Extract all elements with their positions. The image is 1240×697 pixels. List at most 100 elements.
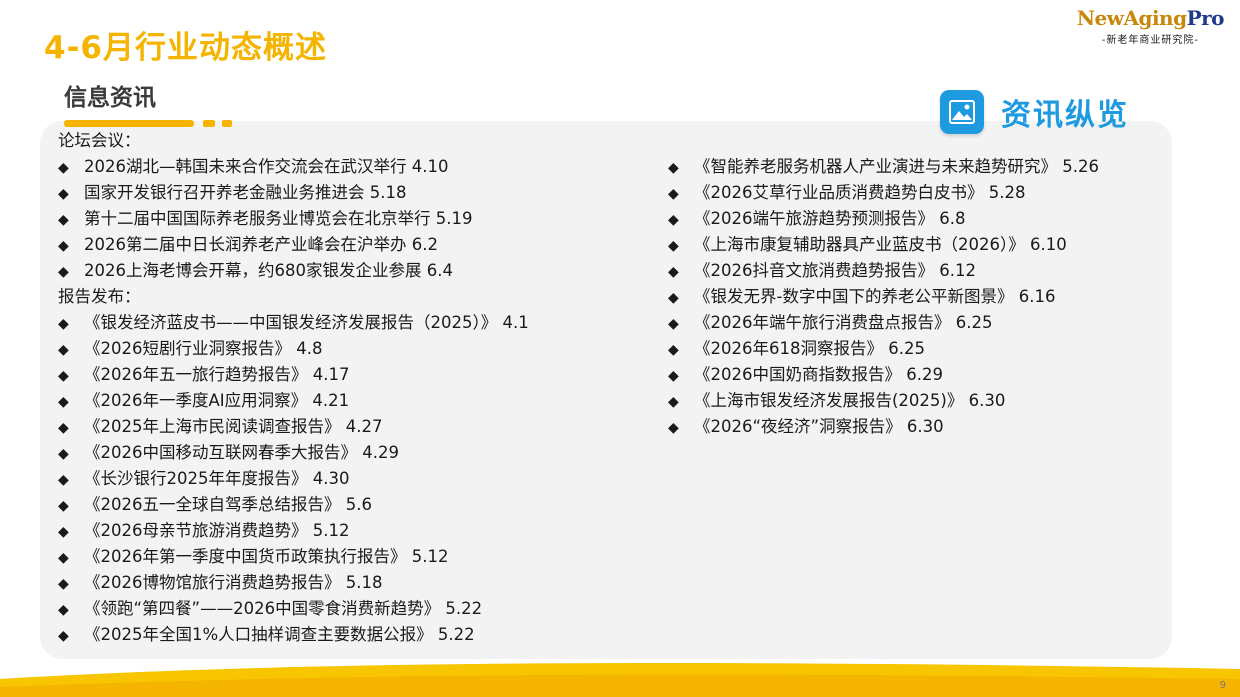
diamond-bullet-icon (668, 414, 694, 441)
list-item-text: 《银发经济蓝皮书——中国银发经济发展报告（2025）》 4.1 (84, 313, 529, 332)
list-item: 《2026年618洞察报告》 6.25 (668, 336, 1099, 362)
footer-wave (0, 663, 1240, 697)
list-item: 《2025年上海市民阅读调查报告》 4.27 (58, 414, 529, 440)
list-heading: 报告发布： (58, 287, 141, 306)
list-item: 《2026年一季度AI应用洞察》 4.21 (58, 388, 529, 414)
diamond-bullet-icon (668, 284, 694, 311)
badge-label: 资讯纵览 (1001, 98, 1129, 133)
list-item-text: 2026第二届中日长润养老产业峰会在沪举办 6.2 (84, 235, 438, 254)
page-title: 4-6月行业动态概述 (44, 30, 328, 66)
list-item-text: 《2026年五一旅行趋势报告》 4.17 (84, 365, 350, 384)
subtitle-underline (64, 120, 194, 127)
diamond-bullet-icon (668, 388, 694, 415)
page-number: 9 (1219, 680, 1226, 691)
diamond-bullet-icon (58, 336, 84, 363)
list-item-text: 《2026端午旅游趋势预测报告》 6.8 (694, 209, 966, 228)
diamond-bullet-icon (58, 388, 84, 415)
diamond-bullet-icon (668, 154, 694, 181)
section-subtitle: 信息资讯 (64, 85, 156, 111)
diamond-bullet-icon (58, 414, 84, 441)
list-item: 《2026年第一季度中国货币政策执行报告》 5.12 (58, 544, 529, 570)
diamond-bullet-icon (58, 544, 84, 571)
diamond-bullet-icon (668, 310, 694, 337)
list-item-text: 《2026母亲节旅游消费趋势》 5.12 (84, 521, 350, 540)
list-item: 《2026博物馆旅行消费趋势报告》 5.18 (58, 570, 529, 596)
list-item-text: 《2026博物馆旅行消费趋势报告》 5.18 (84, 573, 383, 592)
list-item-text: 《长沙银行2025年年度报告》 4.30 (84, 469, 350, 488)
logo-wordmark: NewAgingPro (1076, 6, 1225, 30)
list-item: 《2026短剧行业洞察报告》 4.8 (58, 336, 529, 362)
list-item-text: 《2026年一季度AI应用洞察》 4.21 (84, 391, 350, 410)
list-item-text: 《2026年端午旅行消费盘点报告》 6.25 (694, 313, 993, 332)
diamond-bullet-icon (668, 180, 694, 207)
diamond-bullet-icon (668, 362, 694, 389)
diamond-bullet-icon (58, 492, 84, 519)
list-item-text: 《2026艾草行业品质消费趋势白皮书》 5.28 (694, 183, 1026, 202)
diamond-bullet-icon (58, 570, 84, 597)
left-news-list: 论坛会议： 2026湖北—韩国未来合作交流会在武汉举行 4.10 国家开发银行召开养… (58, 128, 529, 648)
diamond-bullet-icon (668, 336, 694, 363)
list-item: 《上海市银发经济发展报告(2025)》 6.30 (668, 388, 1099, 414)
diamond-bullet-icon (58, 154, 84, 181)
diamond-bullet-icon (58, 258, 84, 285)
list-item: 《2026“夜经济”洞察报告》 6.30 (668, 414, 1099, 440)
logo-tagline: -新老年商业研究院- (1101, 35, 1199, 46)
diamond-bullet-icon (668, 258, 694, 285)
diamond-bullet-icon (58, 232, 84, 259)
list-item-text: 2026湖北—韩国未来合作交流会在武汉举行 4.10 (84, 157, 449, 176)
list-item-text: 《2026年618洞察报告》 6.25 (694, 339, 925, 358)
list-item-text: 《上海市银发经济发展报告(2025)》 6.30 (694, 391, 1006, 410)
list-item-text: 《智能养老服务机器人产业演进与未来趋势研究》 5.26 (694, 157, 1099, 176)
list-item: 《2026中国移动互联网春季大报告》 4.29 (58, 440, 529, 466)
list-item-text: 2026上海老博会开幕，约680家银发企业参展 6.4 (84, 261, 453, 280)
diamond-bullet-icon (58, 180, 84, 207)
brand-logo: NewAgingPro -新老年商业研究院- (1076, 6, 1225, 46)
list-item: 《2026年五一旅行趋势报告》 4.17 (58, 362, 529, 388)
list-item: 2026上海老博会开幕，约680家银发企业参展 6.4 (58, 258, 529, 284)
subtitle-underline-dot (222, 120, 232, 127)
list-item: 《银发经济蓝皮书——中国银发经济发展报告（2025）》 4.1 (58, 310, 529, 336)
list-item: 《2026艾草行业品质消费趋势白皮书》 5.28 (668, 180, 1099, 206)
list-item: 《智能养老服务机器人产业演进与未来趋势研究》 5.26 (668, 154, 1099, 180)
list-item: 《2026五一全球自驾季总结报告》 5.6 (58, 492, 529, 518)
list-item-text: 《2026抖音文旅消费趋势报告》 6.12 (694, 261, 976, 280)
list-item-text: 第十二届中国国际养老服务业博览会在北京举行 5.19 (84, 209, 473, 228)
diamond-bullet-icon (58, 622, 84, 649)
list-item: 国家开发银行召开养老金融业务推进会 5.18 (58, 180, 529, 206)
list-item-text: 《2026短剧行业洞察报告》 4.8 (84, 339, 323, 358)
list-item: 《2026抖音文旅消费趋势报告》 6.12 (668, 258, 1099, 284)
list-item: 《银发无界-数字中国下的养老公平新图景》 6.16 (668, 284, 1099, 310)
list-item-text: 《2026“夜经济”洞察报告》 6.30 (694, 417, 944, 436)
list-heading: 论坛会议： (58, 131, 141, 150)
list-item: 第十二届中国国际养老服务业博览会在北京举行 5.19 (58, 206, 529, 232)
list-item: 2026湖北—韩国未来合作交流会在武汉举行 4.10 (58, 154, 529, 180)
list-item: 《2026母亲节旅游消费趋势》 5.12 (58, 518, 529, 544)
list-item-text: 国家开发银行召开养老金融业务推进会 5.18 (84, 183, 407, 202)
list-item-text: 《领跑“第四餐”——2026中国零食消费新趋势》 5.22 (84, 599, 483, 618)
diamond-bullet-icon (668, 232, 694, 259)
diamond-bullet-icon (668, 206, 694, 233)
list-item-text: 《2026中国奶商指数报告》 6.29 (694, 365, 943, 384)
list-item-text: 《2025年全国1%人口抽样调查主要数据公报》 5.22 (84, 625, 475, 644)
subtitle-underline-dot (203, 120, 215, 127)
list-item: 《2026端午旅游趋势预测报告》 6.8 (668, 206, 1099, 232)
diamond-bullet-icon (58, 362, 84, 389)
right-news-list: 《智能养老服务机器人产业演进与未来趋势研究》 5.26 《2026艾草行业品质消费… (668, 154, 1099, 440)
diamond-bullet-icon (58, 440, 84, 467)
list-item-text: 《2026年第一季度中国货币政策执行报告》 5.12 (84, 547, 449, 566)
list-item-text: 《银发无界-数字中国下的养老公平新图景》 6.16 (694, 287, 1056, 306)
list-item-text: 《2025年上海市民阅读调查报告》 4.27 (84, 417, 383, 436)
diamond-bullet-icon (58, 466, 84, 493)
list-item: 《2026中国奶商指数报告》 6.29 (668, 362, 1099, 388)
list-item-text: 《2026中国移动互联网春季大报告》 4.29 (84, 443, 399, 462)
list-item: 《2026年端午旅行消费盘点报告》 6.25 (668, 310, 1099, 336)
list-item: 《上海市康复辅助器具产业蓝皮书（2026）》 6.10 (668, 232, 1099, 258)
diamond-bullet-icon (58, 206, 84, 233)
list-item-text: 《上海市康复辅助器具产业蓝皮书（2026）》 6.10 (694, 235, 1067, 254)
list-item: 《长沙银行2025年年度报告》 4.30 (58, 466, 529, 492)
diamond-bullet-icon (58, 518, 84, 545)
list-item: 《领跑“第四餐”——2026中国零食消费新趋势》 5.22 (58, 596, 529, 622)
list-item-text: 《2026五一全球自驾季总结报告》 5.6 (84, 495, 372, 514)
list-item: 《2025年全国1%人口抽样调查主要数据公报》 5.22 (58, 622, 529, 648)
list-item: 2026第二届中日长润养老产业峰会在沪举办 6.2 (58, 232, 529, 258)
